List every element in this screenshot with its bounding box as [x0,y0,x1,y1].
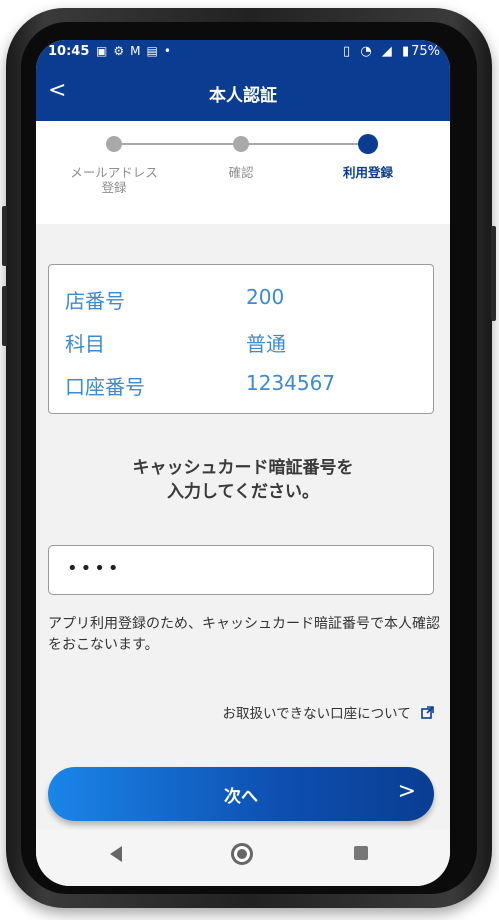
unsupported-accounts-link[interactable]: お取扱いできない口座について [223,702,435,723]
android-nav-bar [36,830,450,886]
pin-instruction-line2: 入力してください。 [167,482,319,502]
account-row-type: 科目 普通 [65,328,286,357]
account-number-value: 1234567 [246,371,336,395]
account-row-branch: 店番号 200 [65,285,284,314]
status-time: 10:45 [48,44,90,59]
step-label-2: 確認 [228,165,254,180]
mail-icon: M [130,44,147,58]
step-label-1: メールアドレス 登録 [58,165,170,195]
nav-back-icon[interactable] [110,846,122,862]
battery-icon: ▮ [401,44,410,59]
step-dot-1 [106,136,122,152]
image-icon: ▣ [96,44,114,58]
step-dot-2 [233,136,249,152]
status-notification-icons: ▣⚙M▤• [96,44,177,58]
status-bar: 10:45 ▣⚙M▤• ▯ ◔ ◢ ▮ 75% [36,40,450,65]
external-link-icon [421,705,434,723]
account-type-value: 普通 [246,332,286,356]
branch-value: 200 [246,285,285,309]
step-label-1-line2: 登録 [101,180,127,195]
screen: 10:45 ▣⚙M▤• ▯ ◔ ◢ ▮ 75% < 本人認証 メールアドレス 登録 [36,40,450,886]
battery-percent: 75% [411,44,440,59]
wifi-icon: ◔ [360,44,372,59]
step-label-3: 利用登録 [342,165,393,180]
pin-instruction: キャッシュカード暗証番号を 入力してください。 [36,456,450,504]
branch-label: 店番号 [65,289,125,313]
account-type-label: 科目 [65,332,105,356]
account-number-label: 口座番号 [65,375,145,399]
pin-input[interactable]: •••• [48,545,434,595]
progress-stepper: メールアドレス 登録 確認 利用登録 [36,121,450,224]
pin-instruction-line1: キャッシュカード暗証番号を [132,458,354,478]
chevron-right-icon: > [397,779,416,804]
phone-frame: 10:45 ▣⚙M▤• ▯ ◔ ◢ ▮ 75% < 本人認証 メールアドレス 登録 [2,8,496,908]
nav-recents-icon[interactable] [354,846,368,860]
notes-icon: ▤ [146,44,164,58]
nav-home-icon[interactable] [231,843,253,865]
account-row-number: 口座番号 1234567 [65,371,335,400]
pin-note: アプリ利用登録のため、キャッシュカード暗証番号で本人確認をおこないます。 [48,616,440,653]
next-button-label: 次へ [224,787,258,807]
status-right: ▯ ◔ ◢ ▮ 75% [337,44,440,59]
account-info-card: 店番号 200 科目 普通 口座番号 1234567 [48,264,434,414]
phone-side-button [2,206,7,266]
phone-side-button [2,286,7,346]
dot-icon: • [163,44,177,58]
gear-icon: ⚙ [113,44,131,58]
pin-masked-value: •••• [67,558,122,579]
signal-icon: ◢ [381,44,392,59]
next-button[interactable]: 次へ > [48,767,434,821]
app-header: < 本人認証 [36,65,450,121]
page-title: 本人認証 [209,86,277,106]
phone-power-button [491,226,496,321]
vibrate-icon: ▯ [343,44,351,59]
unsupported-accounts-link-label: お取扱いできない口座について [222,706,411,722]
step-dot-3-active [358,134,378,154]
step-label-1-line1: メールアドレス [70,165,158,180]
